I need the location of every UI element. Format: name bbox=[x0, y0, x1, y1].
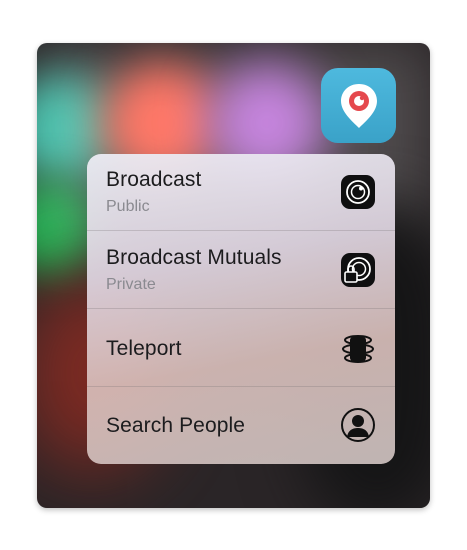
quick-action-title: Broadcast bbox=[106, 168, 202, 191]
home-screen-background: Broadcast Public Broadcast Mutuals Priva… bbox=[37, 43, 430, 508]
teleport-icon bbox=[342, 335, 374, 363]
quick-action-subtitle: Private bbox=[106, 276, 156, 293]
quick-action-title: Teleport bbox=[106, 337, 182, 360]
quick-actions-menu: Broadcast Public Broadcast Mutuals Priva… bbox=[87, 154, 395, 464]
quick-action-broadcast-mutuals[interactable]: Broadcast Mutuals Private bbox=[87, 232, 395, 309]
quick-action-title: Broadcast Mutuals bbox=[106, 246, 282, 269]
quick-action-search-people[interactable]: Search People bbox=[87, 387, 395, 464]
quick-action-title: Search People bbox=[106, 414, 246, 437]
broadcast-camera-icon bbox=[341, 175, 375, 209]
quick-action-subtitle: Public bbox=[106, 198, 150, 215]
broadcast-private-lock-icon bbox=[341, 253, 375, 287]
periscope-app-icon[interactable] bbox=[321, 68, 396, 143]
quick-action-broadcast[interactable]: Broadcast Public bbox=[87, 154, 395, 231]
person-icon bbox=[341, 408, 375, 442]
quick-action-teleport[interactable]: Teleport bbox=[87, 310, 395, 387]
periscope-logo-icon bbox=[340, 83, 377, 128]
